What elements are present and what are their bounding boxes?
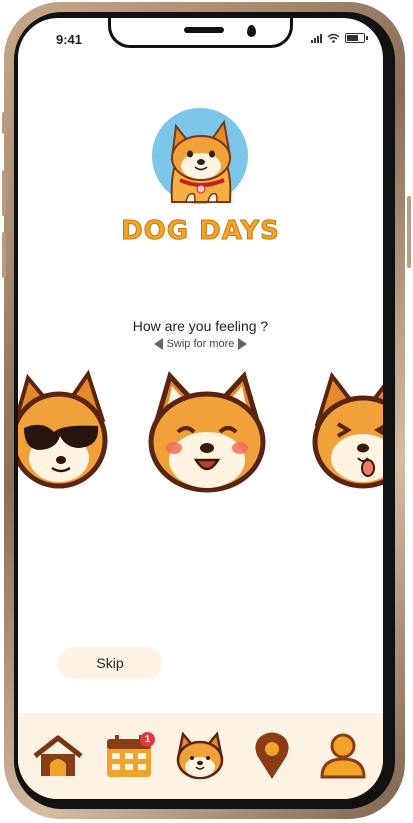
mood-option-happy[interactable]: [146, 368, 268, 494]
swipe-left-icon[interactable]: [153, 338, 163, 350]
camera: [247, 25, 256, 37]
dog-face-icon: [177, 732, 224, 780]
mood-option-wink[interactable]: [308, 370, 383, 492]
tab-dog[interactable]: [172, 728, 228, 784]
mood-option-cool[interactable]: [18, 370, 114, 492]
tab-location[interactable]: [244, 728, 300, 784]
calendar-badge: 1: [140, 732, 156, 747]
tab-calendar[interactable]: 1: [101, 728, 157, 784]
notch: [108, 18, 293, 48]
tab-home[interactable]: [30, 728, 86, 784]
tab-profile[interactable]: [315, 728, 371, 784]
wifi-icon: [327, 33, 340, 43]
mute-switch: [2, 112, 6, 134]
volume-up-button: [2, 170, 6, 216]
battery-icon: [345, 33, 368, 43]
speaker: [184, 27, 224, 33]
signal-icon: [311, 33, 322, 43]
status-icons: [311, 33, 368, 43]
power-button: [407, 196, 411, 268]
status-time: 9:41: [56, 32, 83, 47]
profile-icon: [320, 733, 366, 779]
app-title: DOG DAYS: [121, 216, 280, 247]
mood-question: How are you feeling ?: [132, 318, 269, 334]
swipe-hint-label: Swip for more: [166, 338, 235, 350]
swipe-right-icon[interactable]: [238, 338, 248, 350]
home-icon: [33, 735, 83, 776]
swipe-hint: Swip for more: [18, 338, 383, 350]
bottom-tab-bar: 1: [18, 713, 383, 799]
skip-button[interactable]: Skip: [58, 647, 162, 679]
app-screen: 9:41 DOG DAYS How are you feeling ? Swip…: [18, 18, 383, 799]
app-logo: [150, 106, 250, 206]
volume-down-button: [2, 232, 6, 278]
location-pin-icon: [255, 732, 289, 779]
shiba-logo-icon: [152, 108, 248, 204]
